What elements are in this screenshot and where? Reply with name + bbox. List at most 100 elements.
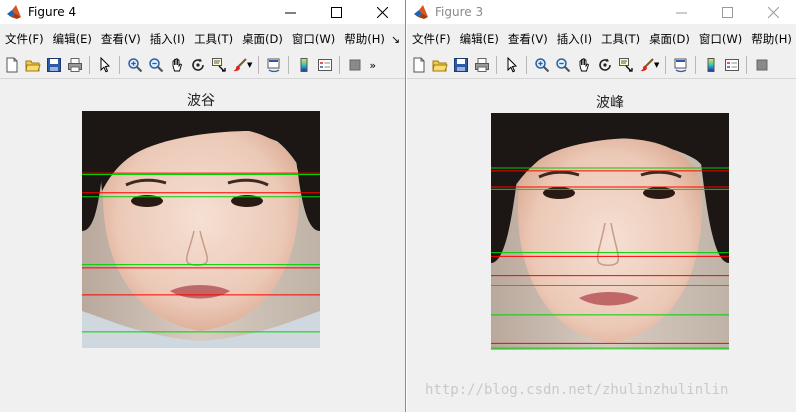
save-icon [453, 58, 468, 72]
toolbar-separator [119, 56, 120, 74]
print-button[interactable] [64, 54, 85, 76]
rotate-3d-button[interactable] [187, 54, 208, 76]
zoom-in-icon [534, 58, 549, 73]
toolbar-separator [526, 56, 527, 74]
new-figure-button[interactable] [1, 54, 22, 76]
menu-window[interactable]: 窗口(W) [287, 28, 339, 50]
maximize-icon [330, 6, 342, 18]
toolbar-separator [288, 56, 290, 74]
colorbar-icon [707, 58, 715, 72]
close-icon [376, 6, 388, 18]
data-cursor-button[interactable] [615, 54, 636, 76]
window-title: Figure 4 [28, 5, 77, 19]
menu-edit[interactable]: 编辑(E) [455, 28, 503, 50]
menu-help[interactable]: 帮助(H) [339, 28, 389, 50]
menu-insert[interactable]: 插入(I) [145, 28, 189, 50]
hide-tools-icon [756, 59, 768, 71]
menu-insert[interactable]: 插入(I) [552, 28, 596, 50]
new-file-icon [413, 57, 424, 73]
new-figure-button[interactable] [408, 54, 429, 76]
pan-button[interactable] [573, 54, 594, 76]
toolbar-separator [496, 56, 497, 74]
link-plot-button[interactable] [263, 54, 284, 76]
figure-toolbar: ▼ [407, 52, 796, 79]
pan-button[interactable] [166, 54, 187, 76]
menu-view[interactable]: 查看(V) [96, 28, 145, 50]
minimize-icon [284, 12, 296, 13]
brush-icon [640, 58, 654, 72]
menu-file[interactable]: 文件(F) [407, 28, 455, 50]
rotate-3d-icon [191, 58, 204, 71]
brush-dropdown-icon[interactable]: ▼ [654, 61, 659, 69]
pointer-icon [507, 57, 517, 73]
figure-toolbar: ▼ » [0, 52, 405, 79]
save-button[interactable] [43, 54, 64, 76]
hide-plot-tools-button[interactable] [344, 54, 365, 76]
toolbar-separator [89, 56, 90, 74]
data-cursor-button[interactable] [208, 54, 229, 76]
print-icon [67, 58, 82, 72]
zoom-in-button[interactable] [124, 54, 145, 76]
rotate-3d-button[interactable] [594, 54, 615, 76]
minimize-button[interactable] [658, 0, 704, 24]
title-bar[interactable]: Figure 4 [0, 0, 405, 24]
insert-colorbar-button[interactable] [293, 54, 314, 76]
zoom-out-button[interactable] [552, 54, 573, 76]
link-plot-button[interactable] [670, 54, 691, 76]
pointer-icon [100, 57, 110, 73]
zoom-in-button[interactable] [531, 54, 552, 76]
open-folder-icon [24, 60, 41, 72]
menu-window[interactable]: 窗口(W) [694, 28, 746, 50]
insert-colorbar-button[interactable] [700, 54, 721, 76]
face-image-axes[interactable] [82, 111, 320, 348]
open-file-button[interactable] [429, 54, 450, 76]
open-file-button[interactable] [22, 54, 43, 76]
insert-legend-button[interactable] [721, 54, 742, 76]
close-icon [767, 6, 779, 18]
maximize-button[interactable] [313, 0, 359, 24]
close-button[interactable] [750, 0, 796, 24]
matlab-logo-icon [414, 5, 428, 19]
rotate-3d-icon [598, 58, 611, 71]
minimize-icon [675, 12, 687, 13]
edit-plot-button[interactable] [501, 54, 522, 76]
menu-tools[interactable]: 工具(T) [596, 28, 644, 50]
brush-icon [233, 58, 247, 72]
menu-overflow-icon[interactable]: ↘ [391, 33, 400, 46]
toolbar-overflow-icon[interactable]: » [369, 59, 376, 72]
save-button[interactable] [450, 54, 471, 76]
face-image-axes[interactable] [491, 113, 729, 350]
axes-title: 波峰 [596, 95, 624, 111]
menu-desktop[interactable]: 桌面(D) [644, 28, 694, 50]
colorbar-icon [300, 58, 308, 72]
legend-icon [317, 59, 332, 71]
new-file-icon [6, 57, 17, 73]
zoom-out-button[interactable] [145, 54, 166, 76]
menu-view[interactable]: 查看(V) [503, 28, 552, 50]
toolbar-separator [695, 56, 697, 74]
print-icon [474, 58, 489, 72]
menu-desktop[interactable]: 桌面(D) [237, 28, 287, 50]
minimize-button[interactable] [267, 0, 313, 24]
toolbar-separator [746, 56, 748, 74]
brush-dropdown-icon[interactable]: ▼ [247, 61, 252, 69]
zoom-out-icon [148, 58, 163, 73]
menu-edit[interactable]: 编辑(E) [48, 28, 96, 50]
matlab-logo-icon [7, 5, 21, 19]
menu-bar: 文件(F) 编辑(E) 查看(V) 插入(I) 工具(T) 桌面(D) 窗口(W… [0, 28, 405, 50]
menu-tools[interactable]: 工具(T) [189, 28, 237, 50]
print-button[interactable] [471, 54, 492, 76]
pan-hand-icon [579, 58, 589, 72]
maximize-button[interactable] [704, 0, 750, 24]
title-bar[interactable]: Figure 3 [407, 0, 796, 24]
edit-plot-button[interactable] [94, 54, 115, 76]
save-icon [46, 58, 61, 72]
insert-legend-button[interactable] [314, 54, 335, 76]
close-button[interactable] [359, 0, 405, 24]
toolbar-separator [665, 56, 667, 74]
hide-tools-icon [349, 59, 361, 71]
hide-plot-tools-button[interactable] [751, 54, 772, 76]
data-cursor-icon [618, 58, 633, 72]
menu-file[interactable]: 文件(F) [0, 28, 48, 50]
menu-help[interactable]: 帮助(H) [746, 28, 796, 50]
